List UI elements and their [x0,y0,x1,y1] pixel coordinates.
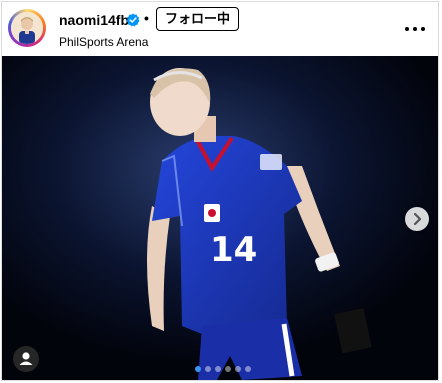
carousel-dot [225,366,231,372]
carousel-indicator [195,366,251,374]
chevron-right-icon [413,212,422,226]
more-options-button[interactable] [404,18,426,40]
carousel-dot [205,366,211,372]
location-link[interactable]: PhilSports Arena [59,35,148,49]
carousel-dot [215,366,221,372]
photo-player: 14 [2,56,438,380]
avatar[interactable] [11,12,43,44]
jersey-number: 14 [210,230,257,270]
post-header: naomi14fb • フォロー中 PhilSports Arena [2,2,438,56]
username[interactable]: naomi14fb [59,12,129,28]
verified-badge-icon [126,13,140,27]
carousel-dot [235,366,241,372]
carousel-dot [245,366,251,372]
more-horizontal-icon [405,27,409,31]
separator-dot: • [144,10,149,26]
following-button[interactable]: フォロー中 [156,7,240,31]
carousel-dot [195,366,201,372]
post-image[interactable]: 14 [2,56,438,380]
post-card: naomi14fb • フォロー中 PhilSports Arena 14 [1,1,439,381]
story-ring[interactable] [8,9,46,47]
next-image-button[interactable] [405,207,429,231]
user-tag-icon [19,352,33,365]
tagged-users-button[interactable] [13,346,39,372]
